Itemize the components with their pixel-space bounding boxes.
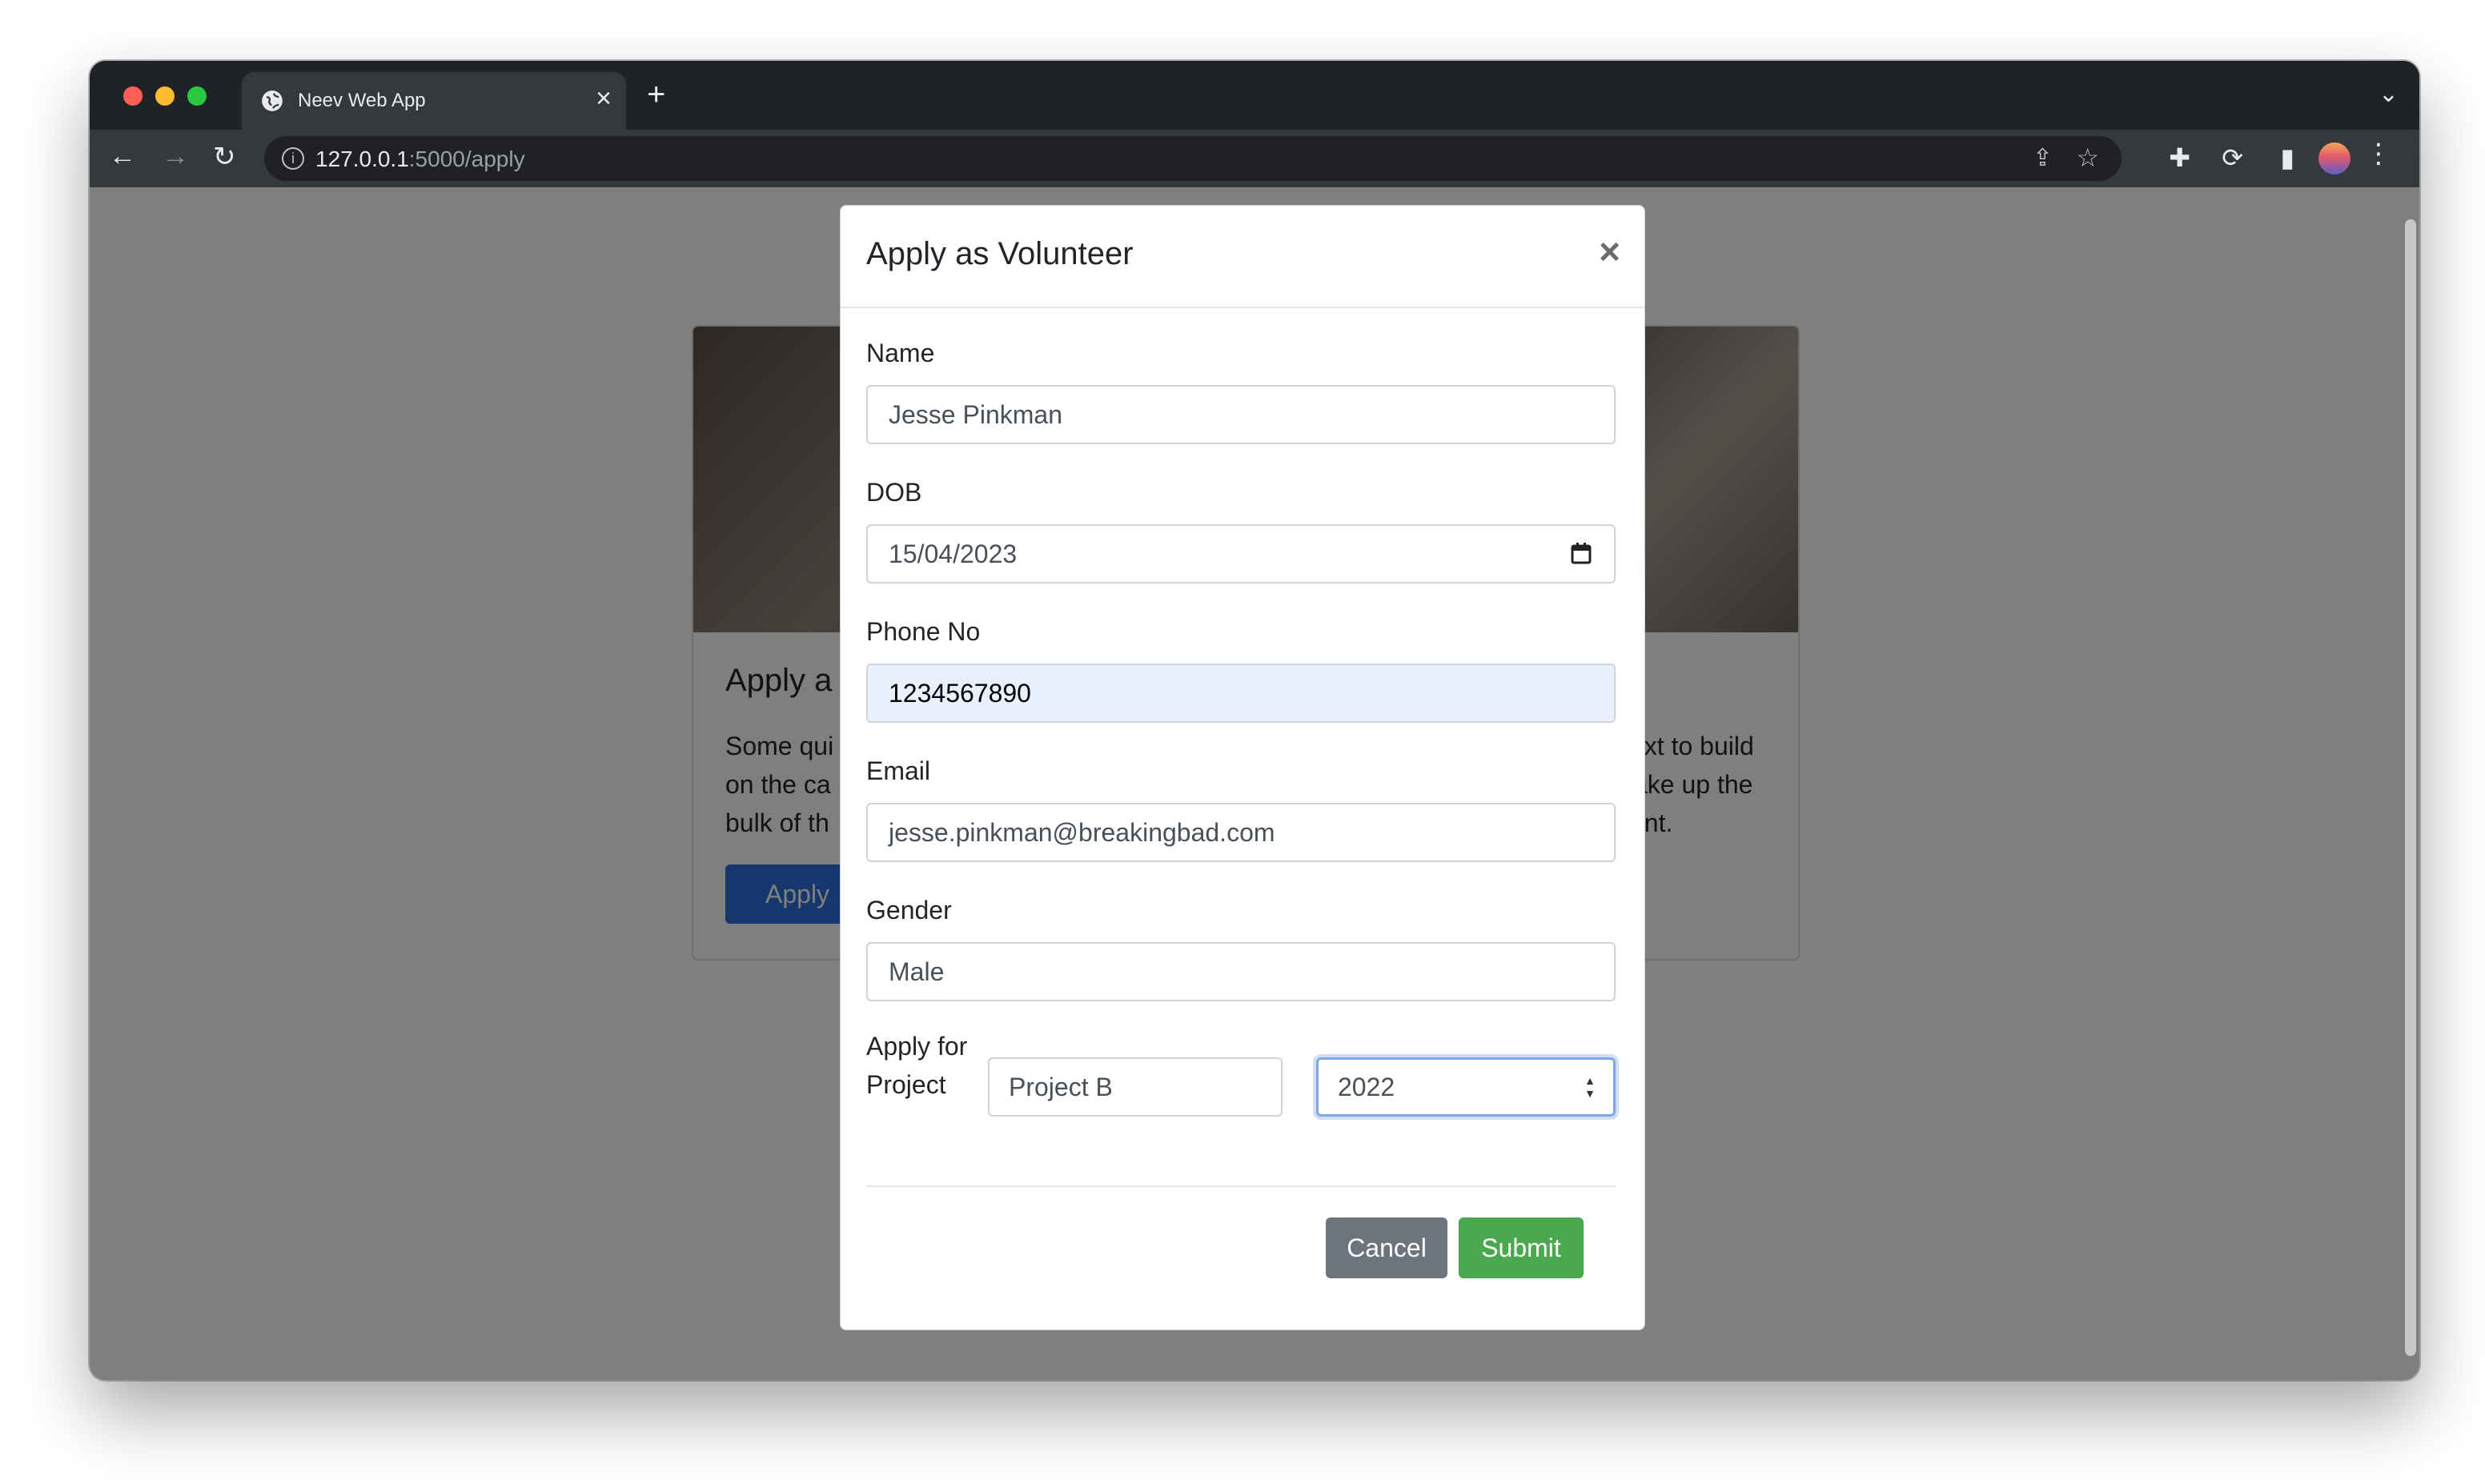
modal-close-button[interactable]: × <box>1599 230 1620 273</box>
dob-value: 15/04/2023 <box>889 539 1018 568</box>
bookmark-star-icon[interactable]: ☆ <box>2076 142 2099 173</box>
cancel-button[interactable]: Cancel <box>1326 1217 1447 1278</box>
browser-window: Neev Web App × + ⌄ ← → ↻ i 127.0.0.1:500… <box>90 61 2419 1380</box>
chevron-down-icon[interactable]: ⌄ <box>2379 80 2399 108</box>
dob-label: DOB <box>866 478 922 507</box>
url-path: :5000/apply <box>408 146 525 171</box>
email-input[interactable]: jesse.pinkman@breakingbad.com <box>866 803 1616 862</box>
new-tab-button[interactable]: + <box>647 77 665 113</box>
email-label: Email <box>866 756 931 785</box>
page-scrollbar[interactable] <box>2405 219 2416 1356</box>
browser-tab[interactable]: Neev Web App × <box>242 72 626 130</box>
apply-for-project-label: Apply for Project <box>866 1032 968 1099</box>
name-label: Name <box>866 339 935 367</box>
reload-icon[interactable]: ↻ <box>213 141 236 173</box>
page-content: Apply a Some qui ext to build on the ca … <box>90 187 2419 1380</box>
phone-label: Phone No <box>866 617 981 646</box>
calendar-icon[interactable] <box>1571 542 1592 564</box>
profile-avatar[interactable] <box>2318 142 2351 174</box>
year-value: 2022 <box>1338 1073 1395 1101</box>
modal-title: Apply as Volunteer <box>866 236 1134 271</box>
dob-input[interactable]: 15/04/2023 <box>866 524 1616 584</box>
tab-title: Neev Web App <box>298 90 426 111</box>
side-panel-icon[interactable]: ▮ <box>2280 142 2294 173</box>
share-icon[interactable]: ⇪ <box>2033 144 2053 172</box>
submit-button[interactable]: Submit <box>1459 1217 1584 1278</box>
name-input[interactable]: Jesse Pinkman <box>866 385 1616 444</box>
project-input[interactable]: Project B <box>988 1057 1283 1117</box>
modal-header: Apply as Volunteer × <box>841 206 1644 308</box>
browser-toolbar: ← → ↻ i 127.0.0.1:5000/apply ⇪ ☆ ✚ ⟳ ▮ ⋮ <box>90 130 2419 187</box>
apply-modal: Apply as Volunteer × Name Jesse Pinkman … <box>840 205 1645 1330</box>
more-menu-icon[interactable]: ⋮ <box>2365 138 2392 170</box>
site-info-icon[interactable]: i <box>282 147 304 170</box>
minimize-window-button[interactable] <box>155 86 175 106</box>
back-arrow-icon[interactable]: ← <box>109 141 136 172</box>
url-text[interactable]: 127.0.0.1:5000/apply <box>315 146 525 172</box>
maximize-window-button[interactable] <box>187 86 207 106</box>
number-spinner-icon[interactable]: ▲ ▼ <box>1584 1074 1596 1100</box>
close-window-button[interactable] <box>123 86 143 106</box>
tab-close-icon[interactable]: × <box>596 83 612 114</box>
globe-icon <box>262 90 283 111</box>
phone-input[interactable]: 1234567890 <box>866 664 1616 723</box>
year-input[interactable]: 2022 ▲ ▼ <box>1316 1057 1616 1117</box>
address-bar[interactable]: i 127.0.0.1:5000/apply ⇪ ☆ <box>264 136 2122 181</box>
forward-arrow-icon[interactable]: → <box>162 141 189 172</box>
tab-strip: Neev Web App × + ⌄ <box>90 61 2419 130</box>
extension-icon[interactable]: ⟳ <box>2222 142 2243 173</box>
gender-input[interactable]: Male <box>866 942 1616 1001</box>
extensions-puzzle-icon[interactable]: ✚ <box>2169 142 2190 173</box>
modal-footer-divider <box>866 1185 1616 1187</box>
url-host: 127.0.0.1 <box>315 146 409 171</box>
gender-label: Gender <box>866 896 952 924</box>
